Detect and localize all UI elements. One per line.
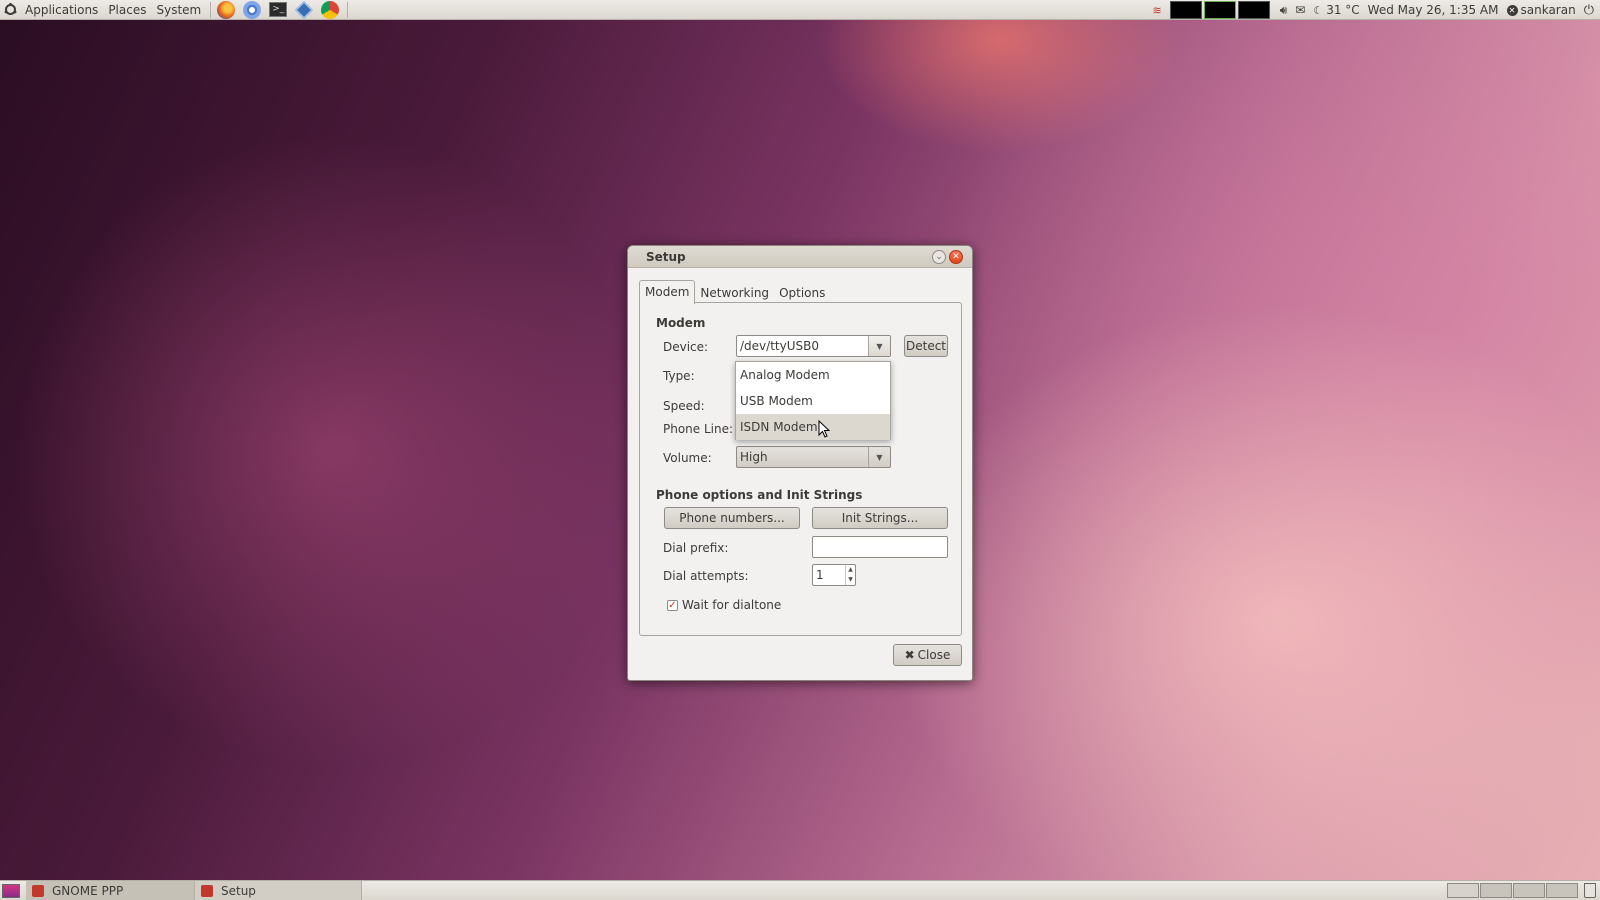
close-button[interactable]: ✖ Close bbox=[893, 644, 962, 666]
tab-networking[interactable]: Networking bbox=[695, 283, 774, 303]
tab-bar: Modem Networking Options bbox=[639, 279, 830, 304]
firefox-icon[interactable] bbox=[215, 0, 237, 20]
volume-value: High bbox=[740, 450, 768, 464]
bottom-panel: GNOME PPP Setup bbox=[0, 880, 1600, 900]
power-icon[interactable]: ⏻ bbox=[1584, 3, 1594, 18]
type-option-analog[interactable]: Analog Modem bbox=[736, 362, 890, 388]
workspace-1[interactable] bbox=[1169, 1, 1202, 19]
menu-system[interactable]: System bbox=[151, 0, 206, 20]
tab-modem[interactable]: Modem bbox=[639, 280, 696, 304]
weather-icon: ☾ bbox=[1313, 3, 1324, 17]
detect-button[interactable]: Detect bbox=[904, 335, 948, 357]
workspace-switcher bbox=[1447, 883, 1596, 898]
close-x-icon: ✖ bbox=[904, 648, 915, 662]
workspace-mini-3[interactable] bbox=[1513, 883, 1545, 898]
menu-applications[interactable]: Applications bbox=[20, 0, 103, 20]
phone-numbers-button[interactable]: Phone numbers... bbox=[664, 507, 800, 529]
trash-icon[interactable] bbox=[1584, 883, 1596, 898]
terminal-icon[interactable]: >_ bbox=[267, 0, 289, 20]
dial-prefix-input[interactable] bbox=[812, 536, 948, 558]
wait-dialtone-checkbox[interactable]: ✓ bbox=[667, 600, 678, 611]
volume-combo[interactable]: High ▼ bbox=[736, 446, 891, 468]
wait-dialtone-label[interactable]: Wait for dialtone bbox=[682, 598, 781, 612]
init-strings-button[interactable]: Init Strings... bbox=[812, 507, 948, 529]
dial-attempts-value: 1 bbox=[816, 568, 824, 582]
setup-dialog: Setup ⌄ ✕ Modem Networking Options Modem… bbox=[627, 245, 973, 681]
dial-attempts-spinner[interactable]: 1 ▲ ▼ bbox=[812, 564, 856, 586]
type-dropdown-menu: Analog Modem USB Modem ISDN Modem bbox=[735, 361, 891, 440]
show-desktop-icon[interactable] bbox=[2, 883, 20, 898]
dialog-titlebar[interactable]: Setup bbox=[628, 246, 972, 268]
workspace-mini-2[interactable] bbox=[1480, 883, 1512, 898]
chromium-icon[interactable] bbox=[241, 0, 263, 20]
user-name[interactable]: sankaran bbox=[1521, 3, 1576, 17]
type-label: Type: bbox=[663, 369, 695, 383]
top-panel: Applications Places System >_ ≋ 🔊︎ ✉ ☾ 3… bbox=[0, 0, 1600, 20]
taskbar-setup[interactable]: Setup bbox=[195, 881, 362, 900]
workspace-mini-4[interactable] bbox=[1546, 883, 1578, 898]
gnome-ppp-icon bbox=[32, 884, 44, 897]
task-label: GNOME PPP bbox=[52, 883, 124, 898]
device-label: Device: bbox=[663, 340, 709, 354]
workspace-mini-1[interactable] bbox=[1447, 883, 1479, 898]
minimize-icon[interactable]: ⌄ bbox=[932, 250, 946, 264]
taskbar-gnome-ppp[interactable]: GNOME PPP bbox=[26, 881, 195, 900]
phone-section-title: Phone options and Init Strings bbox=[656, 488, 863, 502]
clock[interactable]: Wed May 26, 1:35 AM bbox=[1368, 3, 1499, 17]
mail-icon[interactable]: ✉ bbox=[1295, 3, 1305, 17]
close-icon[interactable]: ✕ bbox=[949, 250, 963, 264]
spin-arrows[interactable]: ▲ ▼ bbox=[845, 565, 855, 585]
mouse-cursor-icon bbox=[818, 420, 830, 438]
dialog-title: Setup bbox=[646, 249, 686, 264]
dial-attempts-label: Dial attempts: bbox=[663, 569, 749, 583]
chevron-down-icon[interactable]: ▼ bbox=[868, 447, 890, 467]
user-status-icon: ✕ bbox=[1506, 4, 1518, 16]
phone-line-label: Phone Line: bbox=[663, 422, 734, 436]
virtualbox-icon[interactable] bbox=[293, 0, 315, 20]
chevron-down-icon[interactable]: ▼ bbox=[846, 575, 855, 585]
system-tray: ≋ 🔊︎ ✉ ☾ 31 °C Wed May 26, 1:35 AM ✕ san… bbox=[1152, 0, 1600, 20]
tab-options[interactable]: Options bbox=[774, 283, 830, 303]
type-option-usb[interactable]: USB Modem bbox=[736, 388, 890, 414]
type-option-isdn[interactable]: ISDN Modem bbox=[736, 414, 890, 440]
dial-prefix-label: Dial prefix: bbox=[663, 541, 729, 555]
workspace-2[interactable] bbox=[1203, 1, 1236, 19]
modem-section-title: Modem bbox=[656, 316, 706, 330]
volume-icon[interactable]: 🔊︎ bbox=[1280, 3, 1288, 18]
chrome-icon[interactable] bbox=[319, 0, 341, 20]
device-combo[interactable]: /dev/ttyUSB0 ▼ bbox=[736, 335, 891, 357]
workspace-3[interactable] bbox=[1237, 1, 1270, 19]
chevron-down-icon[interactable]: ▼ bbox=[868, 336, 890, 356]
chevron-up-icon[interactable]: ▲ bbox=[846, 565, 855, 575]
speed-label: Speed: bbox=[663, 399, 705, 413]
modem-tab-panel: Modem Device: /dev/ttyUSB0 ▼ Detect Type… bbox=[639, 302, 962, 636]
close-button-label: Close bbox=[917, 648, 951, 662]
temperature[interactable]: 31 °C bbox=[1326, 3, 1359, 17]
ubuntu-logo-icon[interactable] bbox=[0, 0, 20, 20]
volume-label: Volume: bbox=[663, 451, 712, 465]
device-value: /dev/ttyUSB0 bbox=[740, 339, 819, 353]
task-label: Setup bbox=[221, 883, 256, 898]
menu-places[interactable]: Places bbox=[103, 0, 151, 20]
network-icon[interactable]: ≋ bbox=[1152, 4, 1161, 17]
setup-icon bbox=[201, 884, 213, 897]
